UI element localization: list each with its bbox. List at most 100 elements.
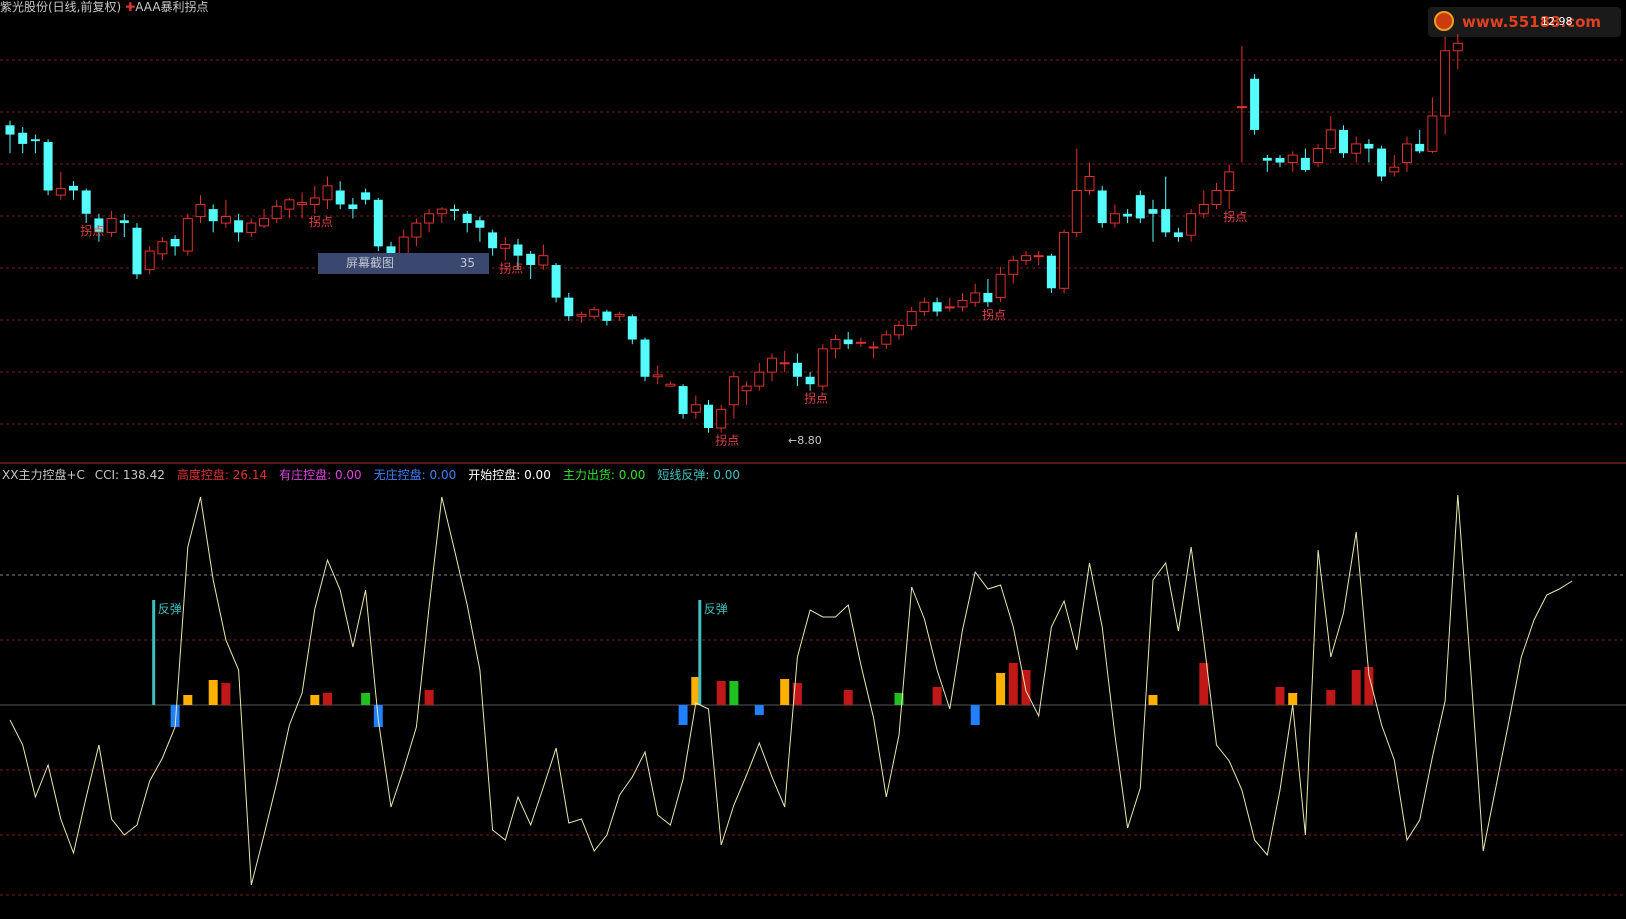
candle-up: [716, 408, 727, 429]
candle-up: [1021, 255, 1031, 261]
candle-down: [932, 302, 942, 312]
candle-down: [526, 253, 536, 265]
candle-down: [69, 185, 78, 191]
control-bar: [1351, 670, 1361, 705]
candle-down: [475, 220, 485, 228]
candle-up: [970, 292, 981, 303]
turning-point-label: 拐点: [309, 214, 333, 229]
candle-up: [589, 309, 600, 317]
candle-down: [488, 232, 498, 249]
tooltip-value: 35: [459, 256, 475, 270]
candle-up: [1211, 189, 1222, 205]
candle-down: [450, 209, 459, 211]
candle-up: [297, 202, 308, 205]
control-bar: [424, 690, 434, 705]
candle-down: [43, 142, 53, 191]
turning-point-label: 拐点: [499, 260, 523, 275]
candle-down: [1364, 143, 1374, 149]
candle-down: [983, 292, 993, 303]
control-bar: [716, 681, 726, 705]
control-bar: [678, 705, 688, 725]
candle-up: [398, 236, 409, 255]
candle-up: [754, 371, 765, 387]
candle-down: [1046, 255, 1056, 289]
candle-up: [1033, 255, 1044, 258]
candle-down: [1300, 157, 1310, 170]
candle-up: [868, 346, 879, 349]
candle-up: [424, 213, 435, 224]
candle-down: [1148, 209, 1158, 214]
rebound-label: 反弹: [158, 602, 182, 616]
tooltip-label: 屏幕截图: [346, 256, 395, 270]
candle-down: [640, 339, 650, 377]
candle-down: [335, 190, 345, 205]
candle-down: [1135, 195, 1145, 219]
candle-up: [855, 341, 866, 344]
candle-up: [284, 199, 295, 210]
candle-down: [805, 376, 815, 385]
candle-up: [652, 374, 663, 378]
candle-up: [767, 357, 777, 373]
turning-point-label: 拐点: [982, 307, 1006, 322]
turning-point-label: 拐点: [80, 223, 104, 238]
candle-up: [259, 217, 269, 227]
candle-down: [132, 227, 142, 275]
candle-down: [843, 339, 853, 345]
candle-up: [1402, 143, 1412, 164]
control-bar: [932, 687, 942, 705]
candle-up: [665, 383, 676, 387]
control-bar: [208, 680, 218, 705]
candle-up: [271, 205, 282, 219]
candle-up: [195, 203, 206, 218]
candle-up: [741, 385, 752, 392]
candle-down: [1161, 209, 1171, 233]
control-bar: [1326, 690, 1336, 705]
candle-down: [627, 316, 637, 340]
candle-up: [1071, 189, 1082, 233]
candle-up: [830, 339, 841, 350]
candle-down: [602, 311, 612, 321]
cci-control-chart: 反弹 反弹: [0, 494, 1626, 896]
control-bar: [183, 695, 193, 705]
candle-up: [1236, 106, 1247, 109]
candle-up: [728, 376, 739, 406]
candle-down: [1123, 213, 1133, 217]
candle-up: [1109, 213, 1120, 224]
candle-down: [5, 125, 15, 135]
candle-up: [411, 222, 422, 238]
candle-up: [1325, 129, 1336, 150]
candle-down: [208, 209, 218, 222]
candle-up: [614, 313, 625, 317]
control-bar: [754, 705, 764, 715]
chart-stage: 紫光股份(日线,前复权) ✚AAA暴利拐点 www.55188.com 12.98…: [0, 0, 1626, 919]
screenshot-tooltip: 屏幕截图 35: [318, 253, 489, 274]
candle-up: [1008, 259, 1019, 275]
candle-down: [551, 264, 561, 298]
candle-up: [220, 216, 231, 224]
candle-up: [322, 185, 333, 201]
candle-up: [1186, 213, 1197, 236]
candle-up: [906, 311, 917, 327]
control-bar: [1008, 663, 1018, 705]
candle-down: [1262, 157, 1272, 161]
candle-up: [246, 222, 257, 233]
control-bar: [1275, 687, 1285, 705]
candle-down: [1339, 129, 1348, 154]
candle-up: [576, 313, 587, 317]
control-bar: [780, 679, 790, 705]
control-bar: [729, 681, 739, 705]
candle-up: [106, 217, 117, 233]
candle-up: [1389, 166, 1400, 173]
candle-up: [55, 188, 66, 196]
candle-down: [1377, 148, 1387, 177]
candle-up: [538, 255, 549, 266]
candlestick-chart: 拐点拐点拐点拐点拐点拐点拐点拐点拐点: [0, 34, 1626, 464]
candle-down: [1415, 143, 1425, 152]
candle-down: [234, 220, 244, 233]
candle-up: [182, 217, 193, 252]
candle-up: [1313, 148, 1324, 164]
candle-up: [500, 244, 511, 249]
turning-point-label: 拐点: [1223, 209, 1247, 224]
candle-up: [309, 197, 320, 205]
candle-up: [144, 250, 155, 271]
